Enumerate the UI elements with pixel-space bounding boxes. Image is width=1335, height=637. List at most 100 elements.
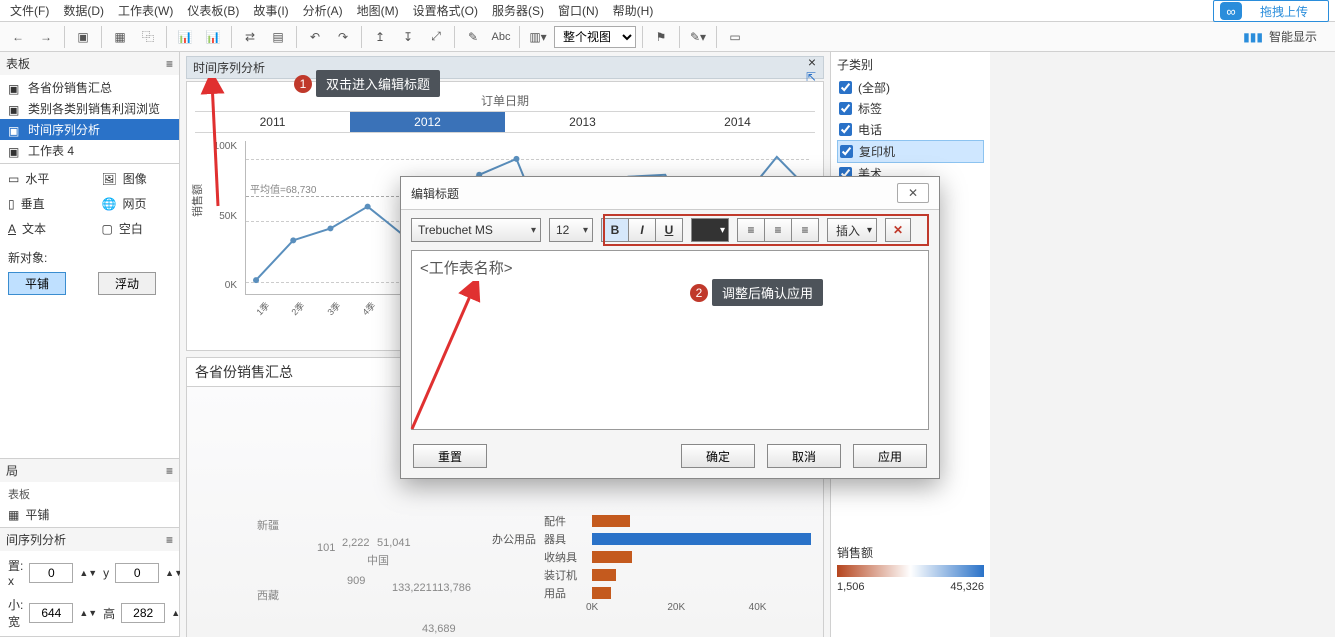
menu-format[interactable]: 设置格式(O) — [413, 2, 478, 19]
tree-item-2[interactable]: ▣时间序列分析 — [0, 119, 179, 140]
sort-desc-icon[interactable]: ↧ — [396, 25, 420, 49]
smart-display-label: 智能显示 — [1269, 28, 1317, 45]
sheet-icon: ▣ — [8, 103, 22, 115]
filter-labels[interactable]: 标签 — [837, 98, 984, 119]
autofit-icon[interactable]: ⤢ — [424, 25, 448, 49]
sheet-icon: ▣ — [8, 124, 22, 136]
align-group: ≡ ≡ ≡ — [737, 218, 819, 242]
upload-tag[interactable]: ∞ 拖拽上传 — [1213, 0, 1329, 22]
bar-chart-block: 配件 办公用品器具 收纳具 装订机 用品 0K20K40K — [490, 512, 830, 613]
redo-icon[interactable]: ↷ — [331, 25, 355, 49]
panel3-tile-row[interactable]: ▦平铺 — [8, 506, 171, 523]
undo-icon[interactable]: ↶ — [303, 25, 327, 49]
insert-dropdown[interactable]: 插入 — [827, 218, 877, 242]
panel-menu-icon[interactable]: ≡ — [166, 533, 173, 547]
globe-icon: 🌐 — [102, 197, 117, 211]
new-sheet-icon[interactable]: ⿻ — [136, 25, 160, 49]
chart-remove-icon[interactable]: 📊 — [201, 25, 225, 49]
left-panel: 表板 ≡ ▣各省份销售汇总 ▣类别各类别销售利润浏览 ▣时间序列分析 ▣工作表 … — [0, 52, 180, 637]
align-right-button[interactable]: ≡ — [791, 218, 819, 242]
panel-menu-icon[interactable]: ≡ — [166, 464, 173, 478]
group-icon[interactable]: ▤ — [266, 25, 290, 49]
apply-button[interactable]: 应用 — [853, 444, 927, 468]
bold-button[interactable]: B — [601, 218, 629, 242]
presentation-icon[interactable]: ▭ — [723, 25, 747, 49]
obj-text[interactable]: A文本 — [8, 220, 78, 237]
map-label: 中国 — [367, 552, 389, 568]
view-select[interactable]: 整个视图 — [554, 26, 636, 48]
align-left-button[interactable]: ≡ — [737, 218, 765, 242]
obj-web[interactable]: 🌐网页 — [102, 195, 172, 212]
map-label: 西藏 — [257, 587, 279, 603]
filter-phone[interactable]: 电话 — [837, 119, 984, 140]
tree-item-0[interactable]: ▣各省份销售汇总 — [0, 77, 179, 98]
year-2014[interactable]: 2014 — [660, 112, 815, 132]
menu-help[interactable]: 帮助(H) — [613, 2, 654, 19]
menu-server[interactable]: 服务器(S) — [492, 2, 544, 19]
year-2012[interactable]: 2012 — [350, 112, 505, 132]
font-select[interactable]: Trebuchet MS — [411, 218, 541, 242]
chart-subtitle: 订单日期 — [195, 92, 815, 109]
filter-all[interactable]: (全部) — [837, 77, 984, 98]
smart-display-button[interactable]: ▮▮▮ 智能显示 — [1243, 28, 1329, 45]
tile-button[interactable]: 平铺 — [8, 272, 66, 295]
badge-2-icon: 2 — [690, 284, 708, 302]
close-icon[interactable]: × — [808, 54, 816, 70]
dialog-title: 编辑标题 — [411, 185, 459, 202]
abc-icon[interactable]: Abc — [489, 25, 513, 49]
sort-asc-icon[interactable]: ↥ — [368, 25, 392, 49]
toolbar: ← → ▣ ▦ ⿻ 📊 📊 ⇄ ▤ ↶ ↷ ↥ ↧ ⤢ ✎ Abc ▥▾ 整个视… — [0, 22, 1335, 52]
pos-y-input[interactable] — [115, 563, 159, 583]
panel3-title: 局 — [6, 462, 18, 479]
blank-icon: ▢ — [102, 222, 113, 236]
title-editor[interactable]: <工作表名称> 2 调整后确认应用 — [411, 250, 929, 430]
menu-data[interactable]: 数据(D) — [63, 2, 104, 19]
underline-button[interactable]: U — [655, 218, 683, 242]
flag-icon[interactable]: ⚑ — [649, 25, 673, 49]
size-h-label: 高 — [103, 605, 115, 622]
swap-icon[interactable]: ⇄ — [238, 25, 262, 49]
dashboard-titlebar[interactable]: 时间序列分析 × ⇱ — [186, 56, 824, 79]
reset-button[interactable]: 重置 — [413, 444, 487, 468]
size-select[interactable]: 12 — [549, 218, 593, 242]
obj-image[interactable]: 🖼图像 — [102, 170, 172, 187]
pin-icon[interactable]: ✎ — [461, 25, 485, 49]
align-center-button[interactable]: ≡ — [764, 218, 792, 242]
menu-file[interactable]: 文件(F) — [10, 2, 49, 19]
tree-item-3[interactable]: ▣工作表 4 — [0, 140, 179, 161]
obj-vertical[interactable]: ▯垂直 — [8, 195, 78, 212]
sheet-tree: ▣各省份销售汇总 ▣类别各类别销售利润浏览 ▣时间序列分析 ▣工作表 4 — [0, 75, 179, 163]
font-color-button[interactable] — [691, 218, 729, 242]
obj-horizontal[interactable]: ▭水平 — [8, 170, 78, 187]
menu-map[interactable]: 地图(M) — [357, 2, 399, 19]
pos-x-input[interactable] — [29, 563, 73, 583]
bar-chart-icon: ▮▮▮ — [1243, 30, 1263, 44]
forward-icon[interactable]: → — [34, 25, 58, 49]
cancel-button[interactable]: 取消 — [767, 444, 841, 468]
filter-copier[interactable]: 复印机 — [837, 140, 984, 163]
chart-add-icon[interactable]: 📊 — [173, 25, 197, 49]
save-icon[interactable]: ▣ — [71, 25, 95, 49]
year-2013[interactable]: 2013 — [505, 112, 660, 132]
size-w-input[interactable] — [29, 603, 73, 623]
chart-type-icon[interactable]: ▥▾ — [526, 25, 550, 49]
float-button[interactable]: 浮动 — [98, 272, 156, 295]
tree-item-1[interactable]: ▣类别各类别销售利润浏览 — [0, 98, 179, 119]
panel-menu-icon[interactable]: ≡ — [166, 57, 173, 71]
menu-dashboard[interactable]: 仪表板(B) — [187, 2, 239, 19]
menu-analysis[interactable]: 分析(A) — [303, 2, 343, 19]
obj-blank[interactable]: ▢空白 — [102, 220, 172, 237]
back-icon[interactable]: ← — [6, 25, 30, 49]
clear-format-button[interactable]: ✕ — [885, 218, 911, 242]
highlight-icon[interactable]: ✎▾ — [686, 25, 710, 49]
panel4-title: 间序列分析 — [6, 531, 66, 548]
italic-button[interactable]: I — [628, 218, 656, 242]
datasource-icon[interactable]: ▦ — [108, 25, 132, 49]
menu-story[interactable]: 故事(I) — [253, 2, 288, 19]
size-h-input[interactable] — [121, 603, 165, 623]
ok-button[interactable]: 确定 — [681, 444, 755, 468]
dialog-close-button[interactable]: ✕ — [897, 183, 929, 203]
menu-window[interactable]: 窗口(N) — [558, 2, 599, 19]
menu-worksheet[interactable]: 工作表(W) — [118, 2, 173, 19]
legend-min: 1,506 — [837, 581, 865, 593]
